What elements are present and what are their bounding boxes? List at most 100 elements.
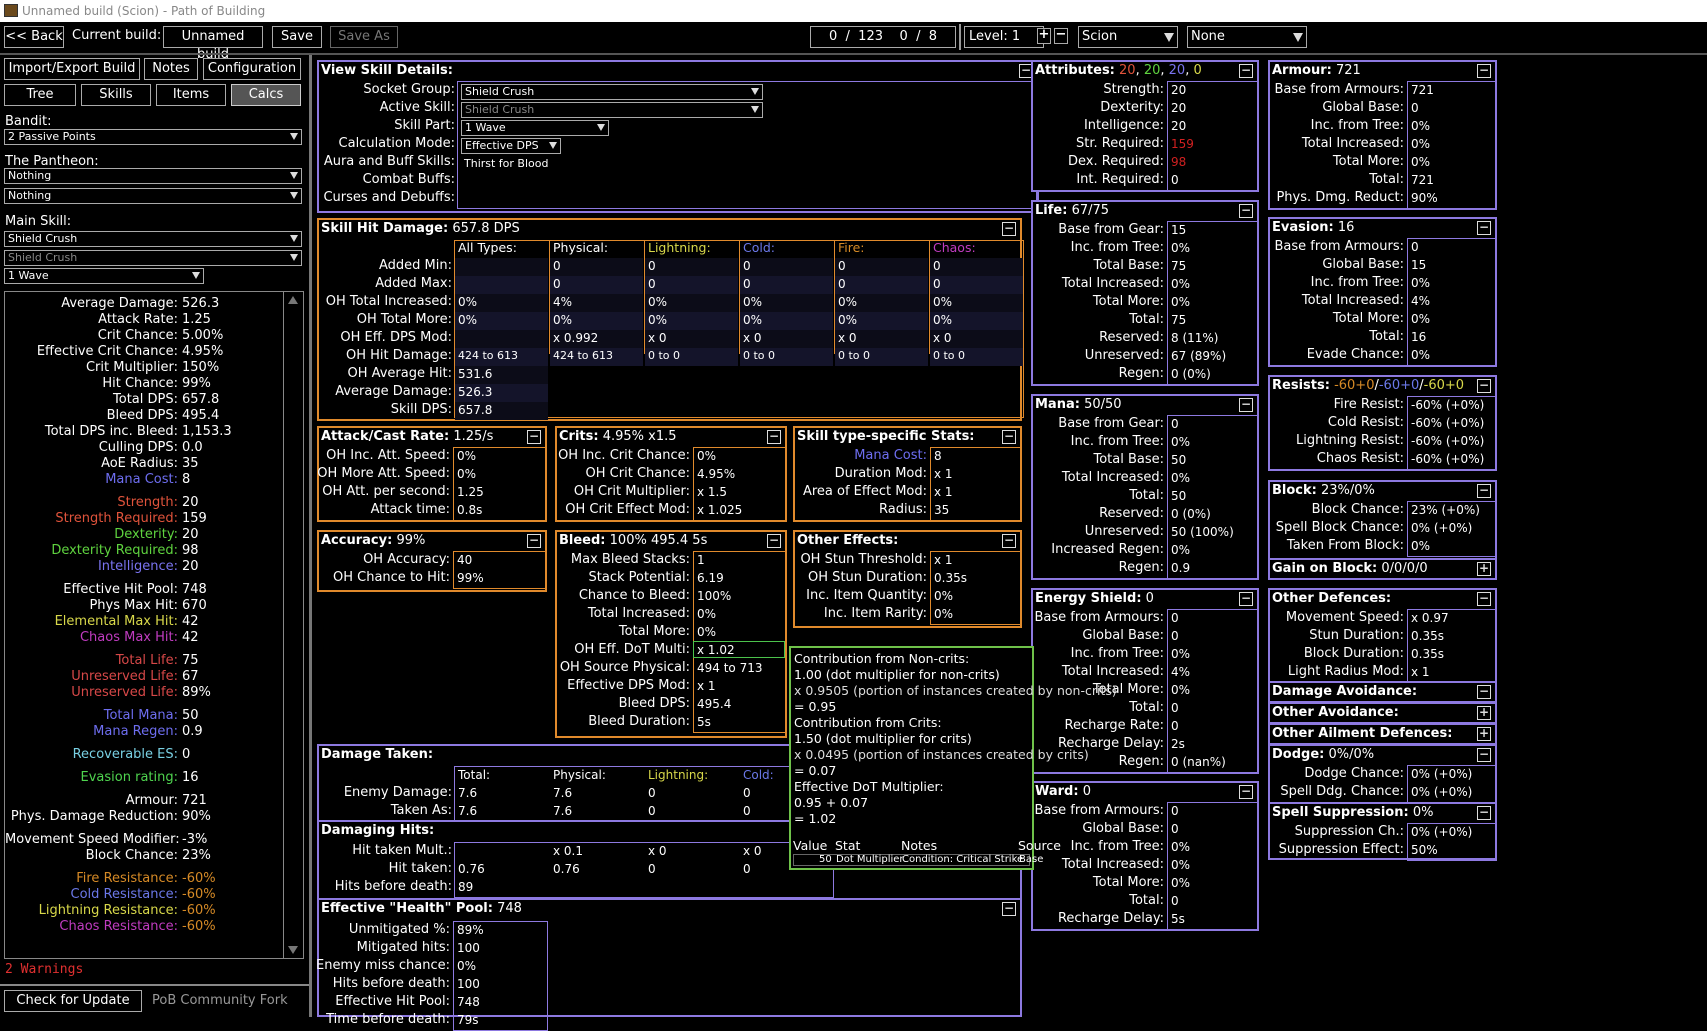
collapse-icon[interactable]: − [527, 534, 541, 548]
build-name-field[interactable]: Unnamed build [163, 26, 263, 62]
other-effects-label: Inc. Item Quantity: [806, 588, 927, 603]
class-select[interactable]: Scion [1078, 26, 1178, 48]
collapse-icon[interactable]: − [527, 430, 541, 444]
tab-import-export[interactable]: Import/Export Build [4, 58, 140, 80]
armour-value: 0% [1411, 155, 1431, 169]
sidebar-scrollbar[interactable] [283, 292, 302, 958]
main-active-skill-value: Shield Crush [8, 251, 78, 264]
collapse-icon[interactable]: − [1477, 685, 1491, 699]
evasion-label: Total More: [1332, 311, 1404, 326]
sidebar-stat-label: Armour: [125, 793, 178, 808]
tab-tree[interactable]: Tree [4, 84, 76, 106]
scroll-up-icon[interactable] [288, 296, 298, 304]
life-label: Total: [1129, 312, 1164, 327]
tab-notes[interactable]: Notes [144, 58, 198, 80]
skill-hit-damage-header: Skill Hit Damage: 657.8 DPS [319, 220, 1020, 238]
tooltip-row-notes: Condition: Critical Strike [902, 854, 1024, 865]
level-minus-button[interactable]: − [1054, 28, 1068, 44]
sidebar-stat-value: 150% [182, 360, 220, 375]
collapse-icon[interactable]: − [1477, 592, 1491, 606]
crits-label: OH Crit Chance: [585, 466, 690, 481]
collapse-icon[interactable]: − [1239, 64, 1253, 78]
es-value: 0% [1171, 647, 1191, 661]
sidebar-stat-label: Block Chance: [85, 848, 178, 863]
attack-cast-rate-header: Attack/Cast Rate: 1.25/s [319, 428, 545, 446]
collapse-icon[interactable]: − [1477, 221, 1491, 235]
bandit-select[interactable]: 2 Passive Points [4, 129, 302, 145]
tab-items[interactable]: Items [156, 84, 226, 106]
collapse-icon[interactable]: − [1002, 222, 1016, 236]
window-titlebar: Unnamed build (Scion) - Path of Building [0, 0, 1707, 22]
skill-part-detail-select[interactable]: 1 Wave [461, 120, 609, 136]
collapse-icon[interactable]: − [1002, 430, 1016, 444]
life-label: Regen: [1118, 366, 1164, 381]
tab-calcs[interactable]: Calcs [231, 84, 301, 106]
collapse-icon[interactable]: − [1239, 785, 1253, 799]
sidebar-stat-label: Dexterity: [114, 527, 178, 542]
attributes-label: Strength: [1103, 82, 1164, 97]
ascendancy-select[interactable]: None [1187, 26, 1307, 48]
collapse-icon[interactable]: − [767, 430, 781, 444]
skill-part-select[interactable]: 1 Wave [4, 268, 204, 284]
sidebar-stat-label: Chaos Resistance: [59, 919, 178, 934]
life-value: 75 [1171, 259, 1187, 273]
collapse-icon[interactable]: − [1477, 379, 1491, 393]
check-update-button[interactable]: Check for Update [4, 990, 142, 1012]
level-plus-button[interactable]: + [1037, 28, 1051, 44]
tooltip-line: 0.95 + 0.07 [794, 795, 869, 810]
accuracy-title: Accuracy: [321, 533, 393, 548]
dodge-value: 0% (+0%) [1411, 767, 1473, 781]
level-field[interactable]: Level: 1 [964, 26, 1044, 48]
collapse-icon[interactable]: − [1477, 748, 1491, 762]
crits-row: OH Crit Multiplier: [557, 484, 690, 502]
sidebar-stat-label: Intelligence: [97, 559, 178, 574]
sidebar-stat-label: Dexterity Required: [51, 543, 178, 558]
collapse-icon[interactable]: − [1477, 64, 1491, 78]
expand-icon[interactable]: + [1477, 562, 1491, 576]
socket-group-select[interactable]: Shield Crush [461, 84, 763, 100]
back-button[interactable]: << Back [4, 26, 64, 48]
expand-icon[interactable]: + [1477, 706, 1491, 720]
sidebar-stat-label: Effective Crit Chance: [36, 344, 178, 359]
main-active-skill-select: Shield Crush [4, 250, 302, 266]
collapse-icon[interactable]: − [1239, 398, 1253, 412]
armour-label: Total Increased: [1301, 136, 1404, 151]
save-button[interactable]: Save [272, 26, 322, 48]
calc-mode-select[interactable]: Effective DPS [461, 138, 561, 154]
bandit-label: Bandit: [5, 114, 52, 129]
scroll-down-icon[interactable] [288, 946, 298, 954]
pantheon-minor-select[interactable]: Nothing [4, 188, 302, 204]
mana-value: 50 [1171, 453, 1187, 467]
collapse-icon[interactable]: − [1477, 806, 1491, 820]
evasion-label: Global Base: [1322, 257, 1404, 272]
collapse-icon[interactable]: − [1239, 204, 1253, 218]
sidebar-stat-label: Chaos Max Hit: [79, 630, 178, 645]
sidebar-stat-label: Elemental Max Hit: [54, 614, 178, 629]
tab-configuration[interactable]: Configuration [203, 58, 301, 80]
tooltip-col-value: Value [793, 838, 828, 853]
ehp-label: Mitigated hits: [356, 940, 450, 955]
collapse-icon[interactable]: − [1477, 484, 1491, 498]
life-summary: 67/75 [1067, 203, 1109, 218]
tooltip-table-row: 50 Dot Multiplier Condition: Critical St… [793, 854, 1043, 866]
other-effects-value: 0.35s [934, 571, 967, 585]
hit-damage-cell: x 0 [930, 330, 1023, 348]
gain-on-block: Gain on Block: 0/0/0/0 + [1268, 558, 1497, 580]
sidebar-stat-label: Mana Regen: [93, 724, 178, 739]
damaging-hits-cell: x 0 [648, 844, 667, 858]
accuracy-value: 99% [457, 571, 484, 585]
collapse-icon[interactable]: − [1002, 534, 1016, 548]
hit-damage-cell: 0% [930, 312, 1023, 330]
spell-suppression-title: Spell Suppression: [1272, 805, 1409, 820]
warnings-label[interactable]: 2 Warnings [5, 962, 83, 977]
collapse-icon[interactable]: − [1239, 592, 1253, 606]
hit-damage-row: Added Max: [319, 276, 452, 294]
tab-skills[interactable]: Skills [81, 84, 151, 106]
pantheon-major-select[interactable]: Nothing [4, 168, 302, 184]
es-value: 2s [1171, 737, 1185, 751]
bleed-label: Stack Potential: [588, 570, 690, 585]
expand-icon[interactable]: + [1477, 727, 1491, 741]
collapse-icon[interactable]: − [1002, 902, 1016, 916]
collapse-icon[interactable]: − [767, 534, 781, 548]
main-skill-select[interactable]: Shield Crush [4, 231, 302, 247]
